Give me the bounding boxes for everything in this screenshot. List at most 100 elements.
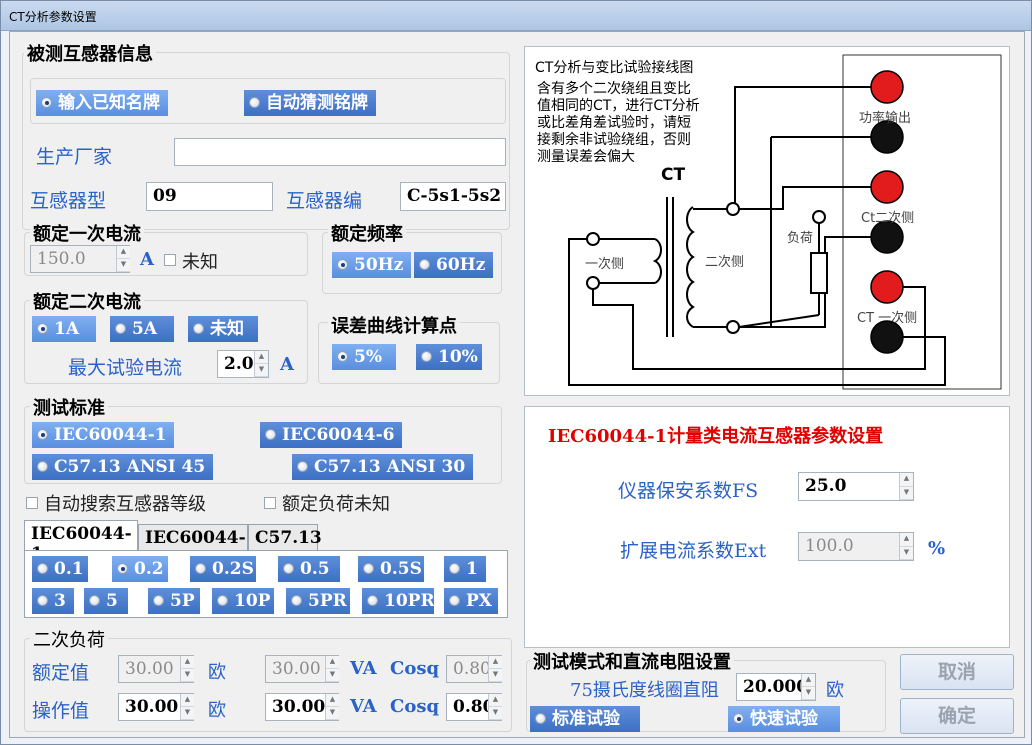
op-ohm-unit: 欧 — [208, 700, 226, 721]
spin-down-icon[interactable]: ▼ — [117, 259, 130, 272]
radio-dot — [283, 563, 294, 574]
spin-down-icon[interactable]: ▼ — [900, 486, 913, 500]
window: CT分析参数设置 被测互感器信息 输入已知名牌 自动猜测铭牌 生产厂家 互感器型… — [0, 0, 1032, 745]
spin-down-icon[interactable]: ▼ — [802, 687, 815, 700]
radio-dot — [337, 259, 348, 270]
class-5[interactable]: 5 — [84, 588, 128, 614]
ok-button[interactable]: 确定 — [900, 698, 1014, 734]
spin-up-icon[interactable]: ▲ — [255, 351, 268, 364]
radio-1a[interactable]: 1A — [32, 316, 96, 342]
primary-side-label: 一次侧 — [585, 257, 625, 272]
manufacturer-input[interactable] — [174, 138, 506, 166]
radio-dot — [449, 563, 460, 574]
radio-c57-ansi45[interactable]: C57.13 ANSI 45 — [32, 454, 214, 480]
class-0-2[interactable]: 0.2 — [112, 556, 168, 582]
op-va-unit: VA — [350, 696, 377, 717]
spin-up-icon[interactable]: ▲ — [117, 246, 130, 259]
ext-spinner[interactable]: ▲ ▼ — [899, 533, 913, 560]
radio-dot — [535, 713, 546, 724]
radio-fast-test[interactable]: 快速试验 — [728, 706, 840, 732]
radio-iec60044-6[interactable]: IEC60044-6 — [260, 422, 403, 448]
spin-up-icon[interactable]: ▲ — [181, 656, 194, 669]
ct-primary-label: CT 一次侧 — [857, 311, 918, 326]
fs-input[interactable]: 25.0 — [798, 472, 914, 501]
cancel-button[interactable]: 取消 — [900, 654, 1014, 690]
spin-down-icon[interactable]: ▼ — [326, 707, 339, 720]
class-5p[interactable]: 5P — [148, 588, 200, 614]
rated-va-spinner[interactable]: ▲ ▼ — [325, 656, 339, 682]
class-1[interactable]: 1 — [444, 556, 486, 582]
class-10p[interactable]: 10P — [212, 588, 274, 614]
spin-down-icon[interactable]: ▼ — [255, 364, 268, 377]
op-va-spinner[interactable]: ▲ ▼ — [325, 694, 339, 720]
op-cos-spinner[interactable]: ▲ ▼ — [488, 694, 502, 720]
op-ohm-spinner[interactable]: ▲ ▼ — [180, 694, 194, 720]
serial-input[interactable]: C-5s1-5s2 — [400, 182, 506, 211]
radio-c57-ansi30[interactable]: C57.13 ANSI 30 — [292, 454, 474, 480]
radio-50hz[interactable]: 50Hz — [332, 252, 412, 278]
radio-known-plate[interactable]: 输入已知名牌 — [36, 90, 168, 116]
radio-dot — [217, 595, 228, 606]
radio-iec60044-1[interactable]: IEC60044-1 — [32, 422, 175, 448]
spin-up-icon[interactable]: ▲ — [489, 656, 502, 669]
spin-up-icon[interactable]: ▲ — [326, 694, 339, 707]
class-10pr[interactable]: 10PR — [362, 588, 435, 614]
radio-unknown-secondary[interactable]: 未知 — [188, 316, 258, 342]
fs-spinner[interactable]: ▲ ▼ — [899, 473, 913, 500]
tab-c57-13[interactable]: C57.13 — [248, 524, 322, 551]
class-0-5[interactable]: 0.5 — [278, 556, 340, 582]
spin-down-icon[interactable]: ▼ — [181, 669, 194, 682]
dc-resistance-spinner[interactable]: ▲ ▼ — [801, 674, 815, 700]
radio-dot — [115, 323, 126, 334]
spin-up-icon[interactable]: ▲ — [181, 694, 194, 707]
class-px[interactable]: PX — [444, 588, 498, 614]
spin-down-icon[interactable]: ▼ — [489, 707, 502, 720]
model-label: 互感器型 — [30, 190, 107, 212]
title-bar[interactable]: CT分析参数设置 — [1, 1, 1031, 31]
radio-dot — [363, 563, 374, 574]
class-0-5s[interactable]: 0.5S — [358, 556, 424, 582]
radio-auto-guess[interactable]: 自动猜测铭牌 — [244, 90, 376, 116]
radio-5a[interactable]: 5A — [110, 316, 174, 342]
spin-up-icon[interactable]: ▲ — [900, 533, 913, 547]
class-5pr[interactable]: 5PR — [286, 588, 350, 614]
radio-dot — [419, 259, 430, 270]
class-0-2s[interactable]: 0.2S — [190, 556, 256, 582]
terminal-red-icon — [870, 170, 904, 204]
class-3[interactable]: 3 — [32, 588, 74, 614]
spin-up-icon[interactable]: ▲ — [326, 656, 339, 669]
radio-60hz[interactable]: 60Hz — [414, 252, 494, 278]
serial-label: 互感器编 — [286, 190, 363, 212]
secondary-side-label: 二次侧 — [705, 255, 745, 270]
spin-down-icon[interactable]: ▼ — [489, 669, 502, 682]
spin-up-icon[interactable]: ▲ — [802, 674, 815, 687]
frequency-title: 额定频率 — [328, 220, 406, 246]
max-test-current-spinner[interactable]: ▲ ▼ — [254, 351, 268, 377]
window-title: CT分析参数设置 — [9, 10, 97, 24]
primary-current-input[interactable]: 150.0 — [30, 245, 130, 273]
auto-search-checkbox[interactable] — [26, 497, 38, 509]
terminal-red-icon — [870, 270, 904, 304]
radio-10pct[interactable]: 10% — [416, 344, 482, 370]
spin-up-icon[interactable]: ▲ — [489, 694, 502, 707]
spin-down-icon[interactable]: ▼ — [326, 669, 339, 682]
burden-unknown-checkbox[interactable] — [264, 497, 276, 509]
ext-input[interactable]: 100.0 — [798, 532, 914, 561]
class-0-1[interactable]: 0.1 — [32, 556, 88, 582]
tab-iec60044-6[interactable]: IEC60044-6 — [138, 524, 248, 568]
spin-up-icon[interactable]: ▲ — [900, 473, 913, 487]
spin-down-icon[interactable]: ▼ — [900, 546, 913, 560]
radio-dot — [337, 351, 348, 362]
radio-dot — [733, 713, 744, 724]
tab-iec60044-1[interactable]: IEC60044-1 — [24, 520, 138, 564]
rated-ohm-spinner[interactable]: ▲ ▼ — [180, 656, 194, 682]
primary-unknown-label: 未知 — [182, 252, 218, 273]
rated-cos-spinner[interactable]: ▲ ▼ — [488, 656, 502, 682]
radio-standard-test[interactable]: 标准试验 — [530, 706, 640, 732]
max-test-current-unit: A — [280, 354, 294, 375]
spin-down-icon[interactable]: ▼ — [181, 707, 194, 720]
primary-unknown-checkbox[interactable] — [164, 254, 176, 266]
model-input[interactable]: 09 — [146, 182, 273, 211]
radio-5pct[interactable]: 5% — [332, 344, 396, 370]
primary-current-spinner[interactable]: ▲ ▼ — [116, 246, 130, 272]
